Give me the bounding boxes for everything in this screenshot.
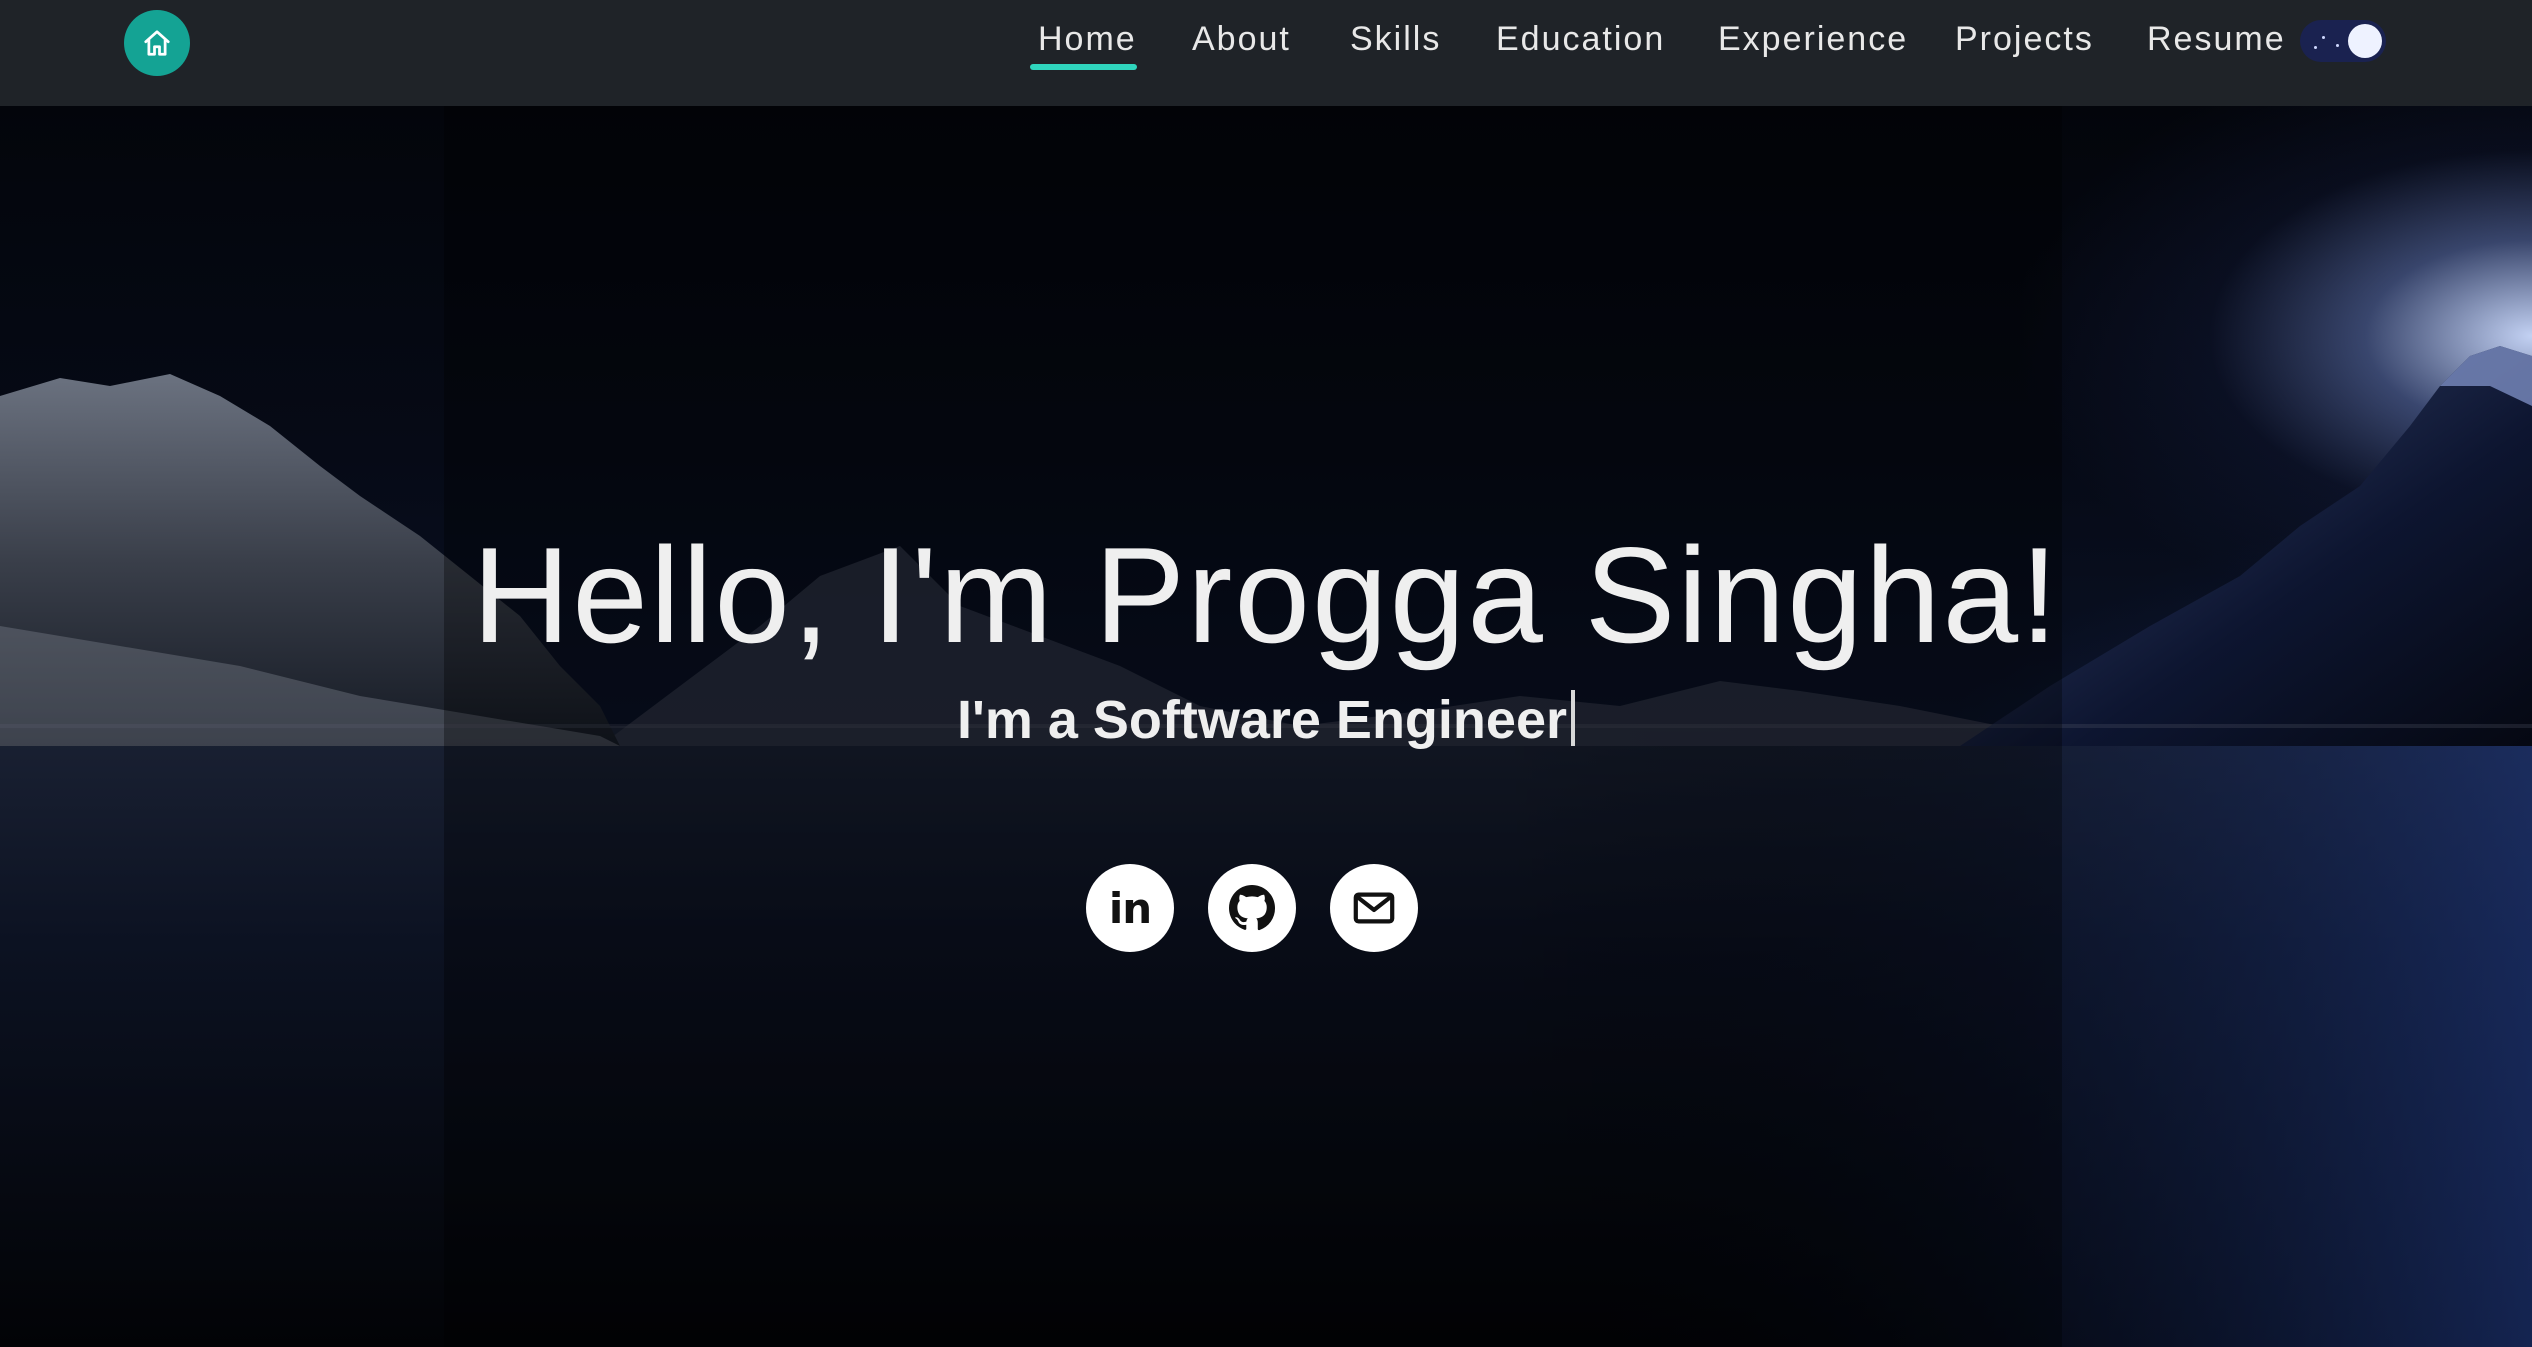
typed-role-text: I'm a Software Engineer [956, 690, 1567, 750]
nav-experience[interactable]: Experience [1718, 14, 1908, 66]
home-button[interactable] [124, 10, 190, 76]
home-icon [144, 30, 170, 56]
nav-education[interactable]: Education [1496, 14, 1665, 66]
github-icon [1229, 885, 1276, 931]
hero-headline: Hello, I'm Progga Singha! [472, 519, 2060, 671]
hero-section: Hello, I'm Progga Singha! I'm a Software… [0, 106, 2532, 1347]
mail-icon [1353, 892, 1395, 924]
nav-home[interactable]: Home [1030, 14, 1137, 70]
nav-skills[interactable]: Skills [1350, 14, 1441, 66]
social-links: in [1086, 864, 1426, 954]
nav-projects[interactable]: Projects [1955, 14, 2094, 66]
navbar: Home About Skills Education Experience P… [0, 0, 2532, 106]
hero-subline: I'm a Software Engineer [0, 684, 2532, 756]
star-icon [2336, 44, 2339, 47]
star-icon [2322, 36, 2325, 39]
theme-toggle[interactable] [2300, 20, 2386, 62]
linkedin-button[interactable]: in [1086, 864, 1174, 952]
linkedin-icon: in [1108, 883, 1152, 933]
github-button[interactable] [1208, 864, 1296, 952]
moon-toggle-icon [2348, 24, 2382, 58]
typing-cursor [1571, 690, 1575, 746]
nav-about[interactable]: About [1192, 14, 1291, 66]
email-button[interactable] [1330, 864, 1418, 952]
star-icon [2314, 46, 2317, 49]
nav-resume[interactable]: Resume [2147, 14, 2286, 66]
